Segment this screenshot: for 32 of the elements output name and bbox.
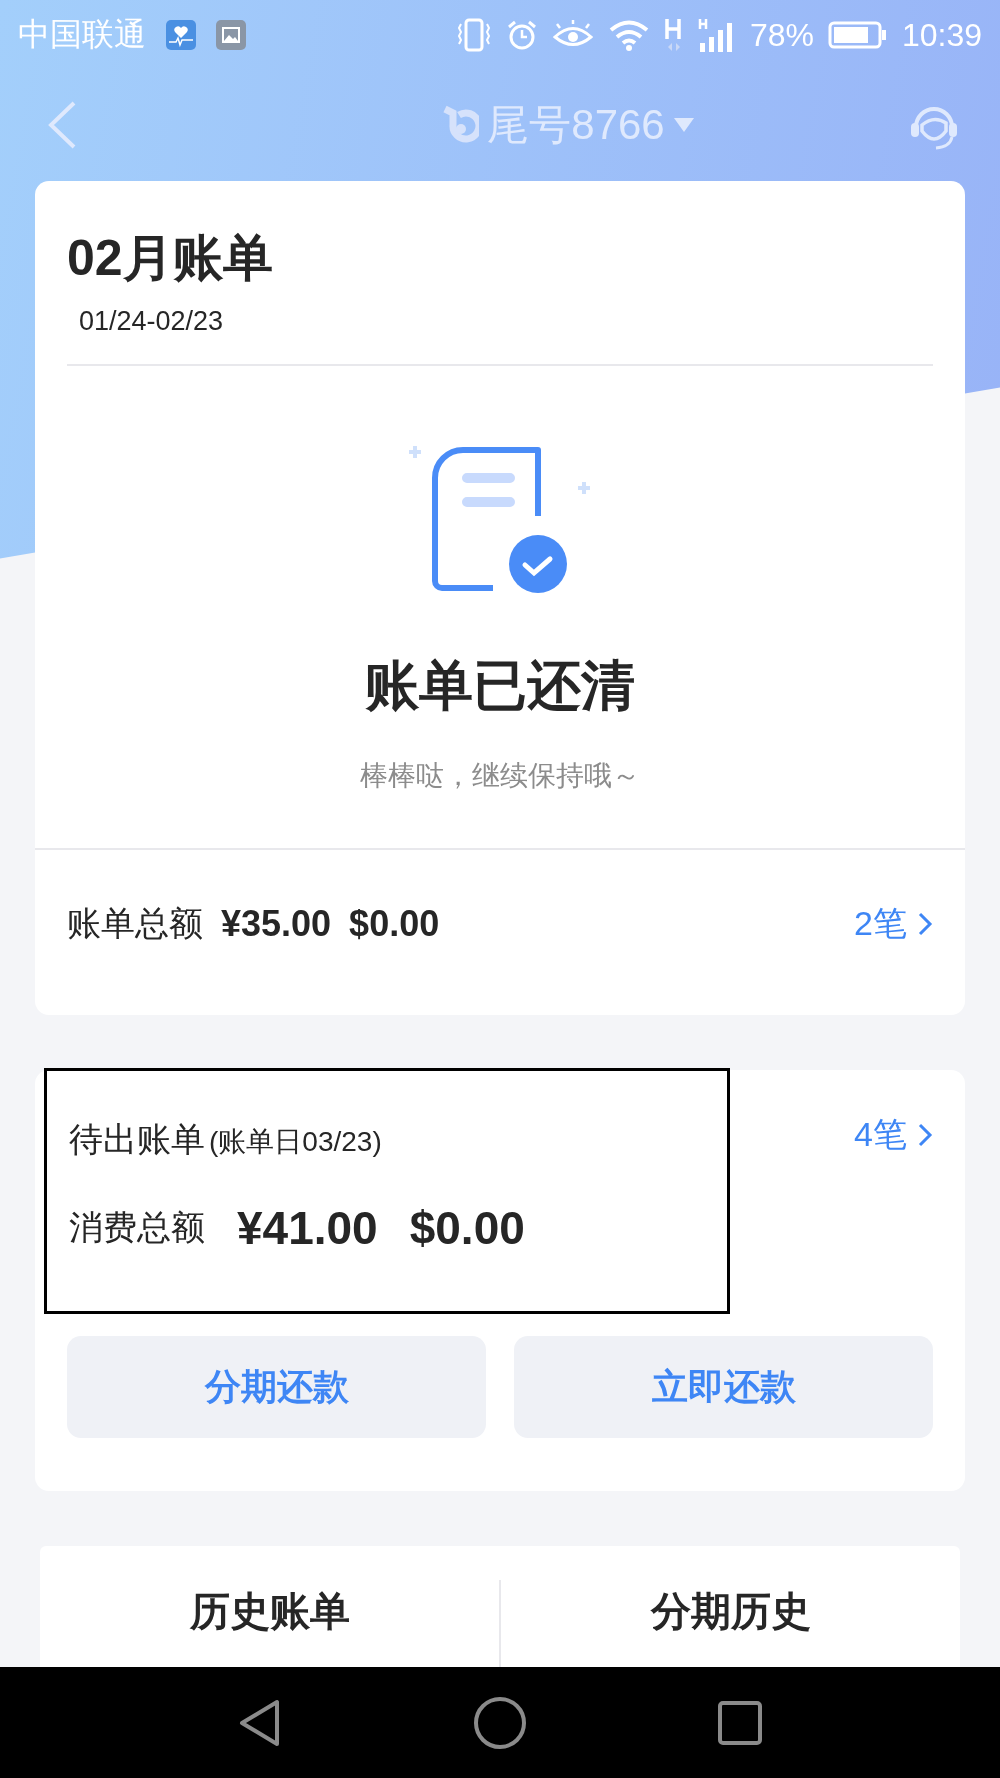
vibrate-icon — [455, 18, 492, 52]
transactions-link[interactable]: 2笔 — [854, 900, 907, 947]
statement-date-note: (账单日03/23) — [209, 1126, 382, 1157]
recents-nav-icon[interactable] — [717, 1699, 763, 1746]
history-title[interactable]: 分期历史 — [650, 1584, 811, 1639]
repay-button[interactable]: 分期还款 — [67, 1336, 486, 1438]
network-h-icon — [663, 17, 684, 53]
health-app-icon — [166, 20, 196, 50]
spending-label: 消费总额 — [69, 1207, 205, 1248]
battery-icon — [827, 20, 888, 50]
gallery-icon — [216, 20, 246, 50]
chevron-right-icon[interactable] — [917, 1122, 933, 1148]
bill-title: 02月账单 — [67, 229, 274, 288]
bill-period: 01/24-02/23 — [79, 306, 225, 337]
pending-title: 待出账单 — [69, 1120, 205, 1158]
total-label: 账单总额 — [67, 902, 203, 944]
wifi-icon — [607, 19, 650, 51]
paid-status: 账单已还清 — [365, 654, 635, 717]
history-title[interactable]: 历史账单 — [189, 1584, 350, 1639]
battery-percent: 78% — [749, 16, 814, 54]
amount-usd: $0.00 — [349, 902, 440, 945]
clock-time: 10:39 — [901, 16, 982, 54]
amount-cny: ¥41.00 — [237, 1201, 378, 1255]
repay-button[interactable]: 立即还款 — [514, 1336, 933, 1438]
alarm-icon — [505, 19, 538, 51]
chevron-right-icon[interactable] — [917, 910, 933, 937]
home-nav-icon[interactable] — [473, 1695, 527, 1750]
transactions-link[interactable]: 4笔 — [854, 1112, 907, 1158]
amount-usd: $0.00 — [409, 1201, 525, 1255]
paid-message: 棒棒哒，继续保持哦～ — [360, 759, 640, 793]
carrier-name: 中国联通 — [18, 15, 146, 54]
amount-cny: ¥35.00 — [221, 902, 332, 945]
